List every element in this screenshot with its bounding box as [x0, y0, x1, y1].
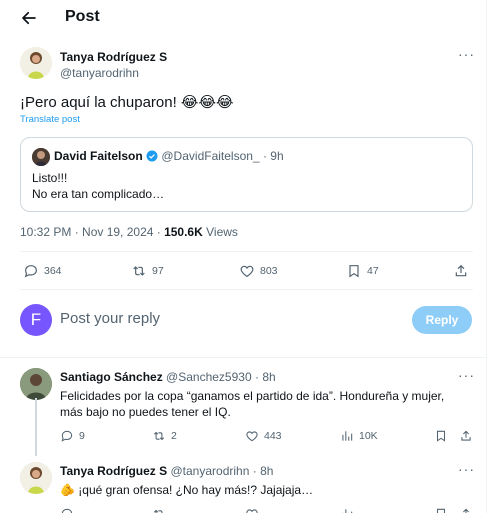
post-timestamp[interactable]: 10:32 PM · Nov 19, 2024 ·: [20, 225, 164, 239]
views-count: 150.6K: [164, 225, 203, 239]
reply-text: Felicidades por la copa “ganamos el part…: [60, 388, 444, 420]
reply-action[interactable]: 364: [23, 263, 62, 279]
reply-text-line: más bajo no puedes tener el IQ.: [60, 405, 231, 419]
header: Post: [0, 0, 486, 36]
bookmark-count: 47: [367, 265, 379, 277]
reply-separator: ·: [252, 464, 261, 478]
bookmark-icon: [349, 265, 359, 278]
reply-author-line: Tanya Rodríguez S @tanyarodrihn · 8h: [60, 464, 273, 478]
author-name[interactable]: Tanya Rodríguez S: [60, 50, 167, 64]
reply-text: 🫵 ¡qué gran ofensa! ¿No hay más!? Jajaja…: [60, 482, 313, 498]
reply-author-avatar[interactable]: [20, 368, 52, 400]
repost-action[interactable]: 2: [152, 429, 177, 443]
verified-badge-icon: [146, 150, 158, 162]
divider: [20, 289, 473, 290]
quoted-author-handle: @DavidFaitelson_: [161, 149, 260, 163]
author-avatar-image: [20, 47, 52, 79]
reply-author-line: Santiago Sánchez @Sanchez5930 · 8h: [60, 370, 276, 384]
post-meta: 10:32 PM · Nov 19, 2024 · 150.6K Views: [20, 225, 238, 239]
share-icon: [455, 264, 467, 277]
share-icon: [461, 430, 471, 441]
reply-time[interactable]: 8h: [260, 464, 273, 478]
back-arrow-icon[interactable]: [20, 9, 38, 27]
reply-count: 9: [79, 430, 85, 442]
author-handle[interactable]: @tanyarodrihn: [60, 66, 139, 80]
reply-time[interactable]: 8h: [262, 370, 275, 384]
divider: [0, 357, 486, 358]
reply-avatar-image: [20, 368, 52, 400]
reply-author-name[interactable]: Tanya Rodríguez S: [60, 464, 167, 478]
repost-icon: [153, 431, 165, 441]
thread-line: [35, 398, 37, 456]
reply-avatar-image: [20, 462, 52, 494]
views-count: 10K: [359, 430, 378, 442]
analytics-icon: [342, 509, 353, 513]
bookmark-icon: [436, 430, 446, 442]
quoted-text-line: Listo!!!: [32, 171, 68, 185]
repost-icon: [133, 266, 145, 276]
post-text: ¡Pero aquí la chuparon! 😂😂😂: [20, 94, 234, 111]
reply-icon: [24, 265, 37, 278]
page-title: Post: [65, 8, 100, 25]
reply-icon: [61, 508, 73, 513]
bookmark-icon: [436, 508, 446, 513]
author-avatar[interactable]: [20, 47, 52, 79]
quoted-time: 9h: [270, 149, 284, 163]
share-icon: [463, 508, 469, 513]
views-action[interactable]: 10K: [340, 429, 378, 443]
reply-icon: [61, 430, 73, 442]
repost-count: 97: [152, 265, 164, 277]
views-label: Views: [202, 225, 238, 239]
reply-button[interactable]: Reply: [412, 306, 472, 334]
reply-author-avatar[interactable]: [20, 462, 52, 494]
reply-action[interactable]: 9: [60, 429, 85, 443]
like-count: 443: [264, 430, 282, 442]
reply-author-handle[interactable]: @Sanchez5930: [166, 370, 252, 384]
post-page: Post Tanya Rodríguez S @tanyarodrihn ···…: [0, 0, 487, 513]
more-options-icon[interactable]: ···: [458, 462, 474, 477]
more-options-icon[interactable]: ···: [458, 368, 474, 383]
reply-text-line: 🫵 ¡qué gran ofensa! ¿No hay más!? Jajaja…: [60, 483, 314, 497]
divider: [20, 251, 473, 252]
reply-text-line: Felicidades por la copa “ganamos el part…: [60, 389, 445, 403]
quoted-author-name: David Faitelson: [54, 149, 143, 163]
reply-input[interactable]: Post your reply: [60, 310, 160, 327]
repost-icon: [153, 509, 163, 513]
reply-author-handle[interactable]: @tanyarodrihn: [170, 464, 249, 478]
reply-count: 364: [44, 265, 62, 277]
analytics-icon: [342, 431, 353, 441]
like-count: 803: [260, 265, 278, 277]
quoted-post[interactable]: David Faitelson @DavidFaitelson_ · 9h Li…: [20, 137, 473, 212]
more-options-icon[interactable]: ···: [458, 47, 474, 62]
reply-author-name[interactable]: Santiago Sánchez: [60, 370, 163, 384]
like-action[interactable]: 443: [245, 429, 282, 443]
share-action[interactable]: [453, 263, 469, 279]
bookmark-action[interactable]: 47: [346, 263, 379, 279]
cut-off-action-row: [60, 507, 480, 513]
quoted-avatar-image: [32, 148, 50, 166]
bookmark-action[interactable]: [434, 429, 448, 443]
share-action[interactable]: [459, 429, 473, 443]
user-avatar[interactable]: F: [20, 304, 52, 336]
quoted-author-line: David Faitelson @DavidFaitelson_ · 9h: [54, 149, 284, 163]
heart-icon: [246, 431, 258, 442]
like-action[interactable]: 803: [239, 263, 278, 279]
translate-link[interactable]: Translate post: [20, 114, 80, 125]
repost-action[interactable]: 97: [131, 263, 164, 279]
repost-count: 2: [171, 430, 177, 442]
quoted-author-avatar: [32, 148, 50, 166]
heart-icon: [246, 509, 258, 513]
quoted-text-line: No era tan complicado…: [32, 187, 165, 201]
quoted-text: Listo!!! No era tan complicado…: [32, 170, 164, 202]
heart-icon: [240, 265, 254, 278]
